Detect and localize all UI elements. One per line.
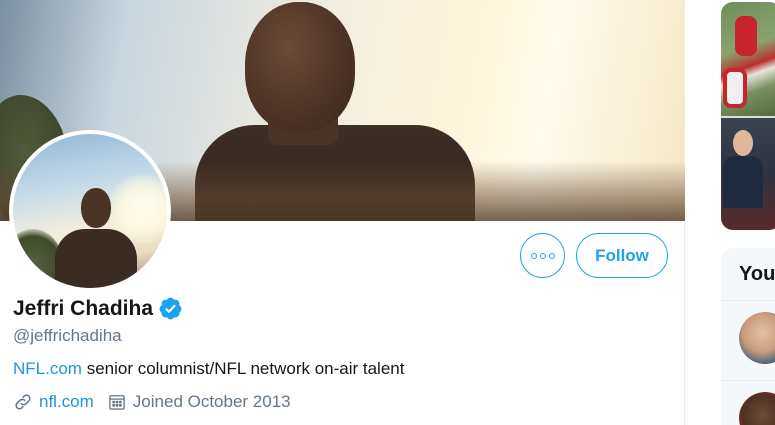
more-options-button[interactable] <box>520 233 565 278</box>
profile-name-row: Jeffri Chadiha <box>13 296 183 321</box>
joined-date: Joined October 2013 <box>132 392 291 411</box>
avatar-image <box>13 134 167 288</box>
avatar[interactable] <box>739 312 775 364</box>
divider <box>721 300 775 301</box>
profile-handle: @jeffrichadiha <box>13 326 122 345</box>
verified-badge-icon <box>159 297 182 320</box>
profile-column: Follow Jeffri Chadiha @jeffrichadiha NFL… <box>0 0 685 425</box>
more-dots-icon <box>539 252 546 259</box>
profile-meta: nfl.com Joined October 2013 <box>13 392 291 412</box>
who-to-follow-card: You <box>721 248 775 425</box>
thumb-face <box>733 130 753 156</box>
divider <box>721 380 775 381</box>
thumb-player-red <box>735 16 757 56</box>
more-dots-icon <box>530 252 537 259</box>
bio-text: senior columnist/NFL network on-air tale… <box>81 359 405 378</box>
link-icon <box>15 394 31 410</box>
display-name: Jeffri Chadiha <box>13 296 154 320</box>
who-to-follow-title: You <box>739 263 775 285</box>
avatar-person-body <box>55 229 137 288</box>
profile-avatar[interactable] <box>9 130 171 292</box>
media-thumbnail[interactable] <box>721 118 775 230</box>
follow-button[interactable]: Follow <box>576 233 668 278</box>
thumb-player-white <box>723 68 747 108</box>
media-gallery[interactable] <box>721 2 775 230</box>
media-thumbnail[interactable] <box>721 2 775 116</box>
profile-bio: NFL.com senior columnist/NFL network on-… <box>13 359 404 379</box>
right-sidebar: You <box>686 0 775 425</box>
thumb-suit <box>723 156 763 208</box>
profile-website-link[interactable]: nfl.com <box>39 392 94 412</box>
bio-link[interactable]: NFL.com <box>13 359 82 378</box>
calendar-icon <box>109 395 125 410</box>
avatar[interactable] <box>739 392 775 425</box>
avatar-person-head <box>81 188 111 228</box>
banner-person-head <box>245 2 355 132</box>
more-dots-icon <box>548 252 555 259</box>
